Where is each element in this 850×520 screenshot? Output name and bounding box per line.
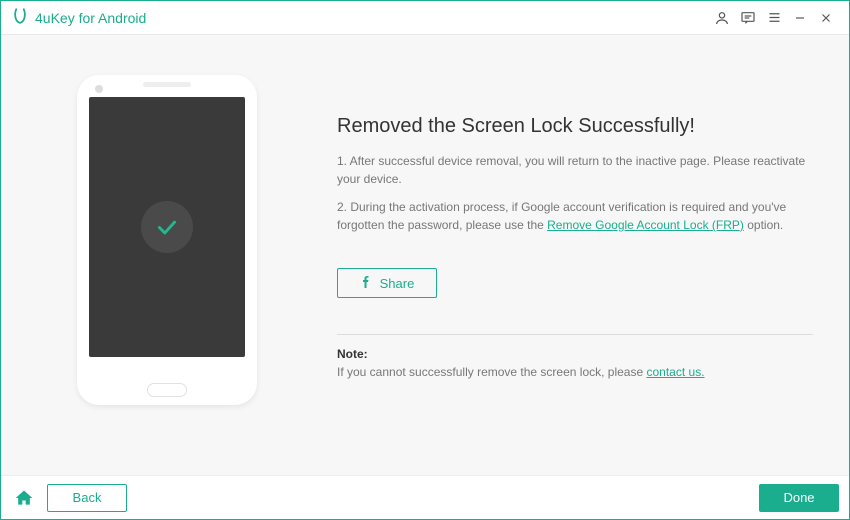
phone-mockup — [77, 75, 257, 405]
logo-icon — [11, 7, 29, 28]
share-button[interactable]: Share — [337, 268, 437, 298]
success-heading: Removed the Screen Lock Successfully! — [337, 115, 813, 138]
main-content: Removed the Screen Lock Successfully! 1.… — [1, 35, 849, 475]
note-heading: Note: — [337, 347, 813, 361]
divider — [337, 334, 813, 335]
app-title: 4uKey for Android — [35, 10, 146, 26]
app-logo: 4uKey for Android — [11, 7, 146, 28]
phone-screen — [89, 97, 245, 357]
menu-icon[interactable] — [761, 5, 787, 31]
note-text: If you cannot successfully remove the sc… — [337, 365, 813, 379]
success-check-icon — [141, 201, 193, 253]
home-icon[interactable] — [11, 485, 37, 511]
footer-bar: Back Done — [1, 475, 849, 519]
contact-us-link[interactable]: contact us. — [647, 365, 705, 379]
illustration-panel — [37, 75, 297, 475]
close-icon[interactable] — [813, 5, 839, 31]
phone-home-button — [147, 383, 187, 397]
back-button[interactable]: Back — [47, 484, 127, 512]
share-label: Share — [380, 276, 415, 291]
account-icon[interactable] — [709, 5, 735, 31]
facebook-icon — [360, 275, 372, 292]
title-bar: 4uKey for Android — [1, 1, 849, 35]
remove-frp-link[interactable]: Remove Google Account Lock (FRP) — [547, 218, 744, 232]
instruction-1: 1. After successful device removal, you … — [337, 152, 813, 188]
feedback-icon[interactable] — [735, 5, 761, 31]
minimize-icon[interactable] — [787, 5, 813, 31]
instruction-2: 2. During the activation process, if Goo… — [337, 198, 813, 234]
message-panel: Removed the Screen Lock Successfully! 1.… — [337, 75, 813, 475]
app-window: 4uKey for Android — [0, 0, 850, 520]
done-button[interactable]: Done — [759, 484, 839, 512]
